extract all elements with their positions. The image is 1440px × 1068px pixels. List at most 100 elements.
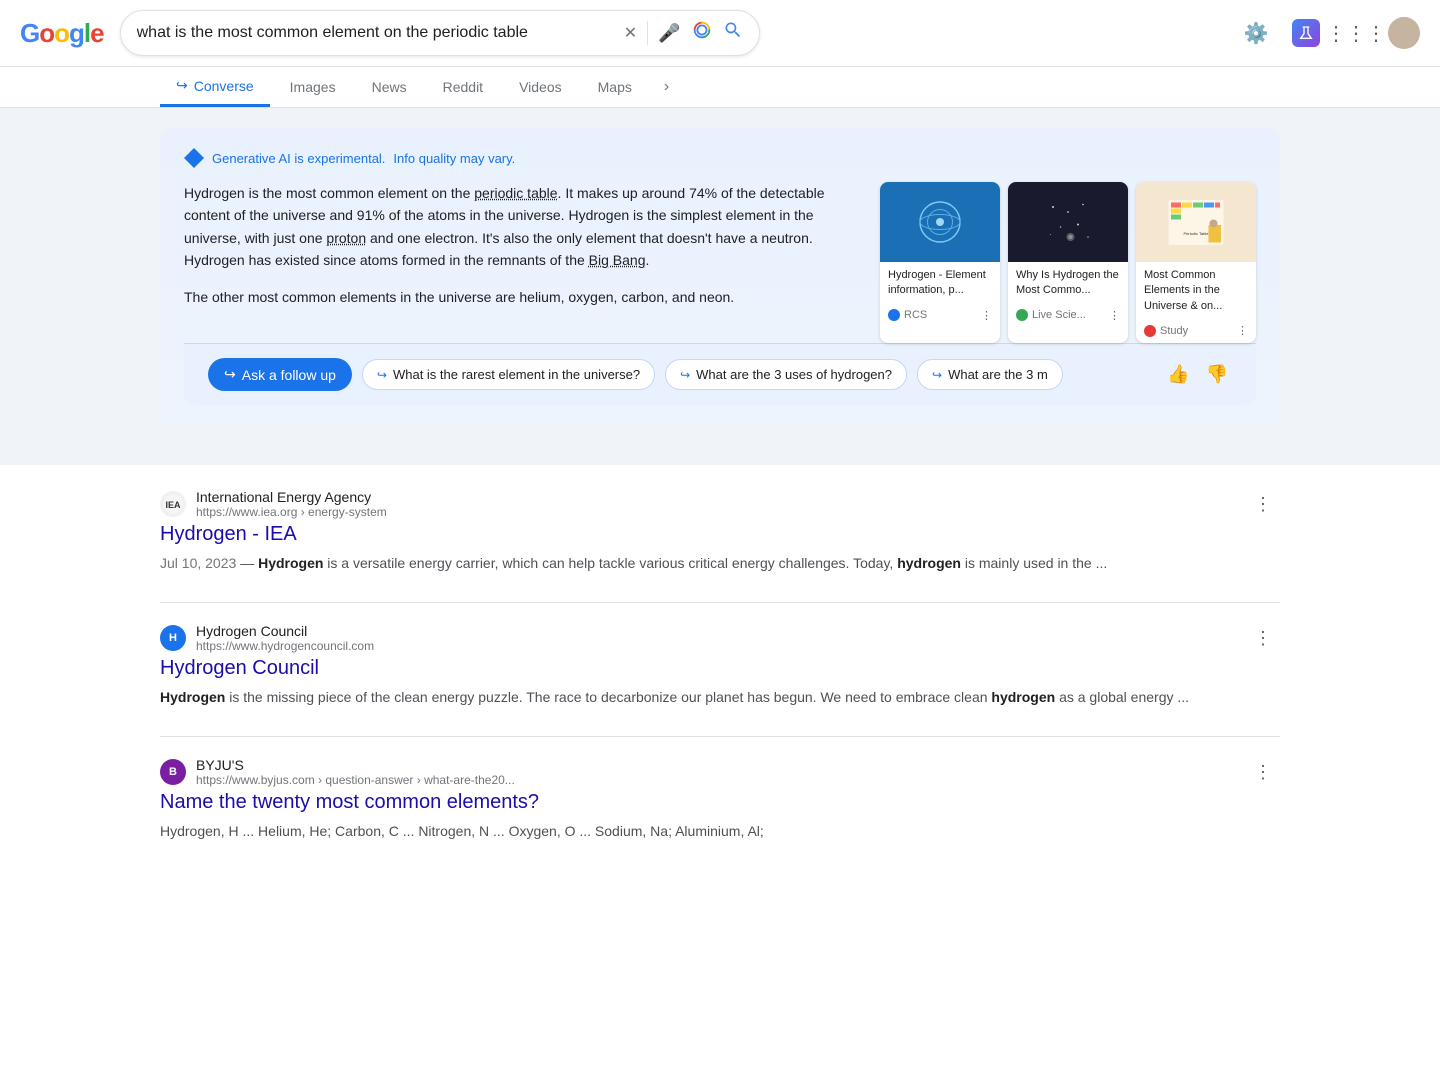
ai-quality-note: Info quality may vary.	[393, 151, 515, 166]
followup-chip-2[interactable]: ↪ What are the 3 uses of hydrogen?	[665, 359, 907, 390]
source-name-3: Study	[1144, 325, 1188, 337]
result-snippet-iea: Jul 10, 2023 — Hydrogen is a versatile e…	[160, 552, 1280, 574]
ai-header: Generative AI is experimental. Info qual…	[184, 148, 1256, 168]
divider	[647, 21, 648, 45]
result-source-hc: H Hydrogen Council https://www.hydrogenc…	[160, 623, 1280, 653]
main-content: Generative AI is experimental. Info qual…	[0, 108, 1440, 465]
chip-arrow-1: ↪	[377, 368, 387, 382]
result-site-name-byju: BYJU'S	[196, 757, 1236, 773]
apps-button[interactable]: ⋮⋮⋮	[1338, 15, 1374, 51]
ai-text: Hydrogen is the most common element on t…	[184, 182, 860, 343]
source-name-1: RCS	[888, 309, 927, 321]
result-snippet-hc: Hydrogen is the missing piece of the cle…	[160, 686, 1280, 708]
ai-diamond-icon	[184, 148, 204, 168]
tab-images[interactable]: Images	[274, 69, 352, 105]
google-logo: Google	[20, 18, 104, 49]
ai-image-info-3: Most Common Elements in the Universe & o…	[1136, 262, 1256, 320]
search-submit-icon[interactable]	[723, 20, 743, 46]
search-bar: ✕ 🎤	[120, 10, 760, 56]
tab-converse-label: Converse	[194, 78, 254, 94]
result-favicon-hc: H	[160, 625, 186, 651]
clear-icon[interactable]: ✕	[624, 23, 637, 43]
mic-icon[interactable]: 🎤	[658, 23, 680, 44]
tab-converse[interactable]: ↪ Converse	[160, 67, 270, 107]
result-more-button-hc[interactable]: ⋮	[1246, 624, 1280, 653]
thumbs-up-button[interactable]: 👍	[1163, 360, 1193, 389]
feedback-icons: 👍 👎	[1163, 360, 1232, 389]
tab-videos-label: Videos	[519, 79, 562, 95]
ai-experimental-label: Generative AI is experimental.	[212, 151, 385, 166]
lens-icon[interactable]	[691, 19, 713, 47]
followup-chips-container: ↪ What is the rarest element in the univ…	[362, 359, 1153, 390]
result-separator-1	[160, 602, 1280, 603]
followup-chip-1[interactable]: ↪ What is the rarest element in the univ…	[362, 359, 655, 390]
search-input[interactable]	[137, 24, 614, 42]
result-snippet-byju: Hydrogen, H ... Helium, He; Carbon, C ..…	[160, 820, 1280, 842]
ai-image-card-2[interactable]: Why Is Hydrogen the Most Commo... Live S…	[1008, 182, 1128, 343]
ai-image-source-2: Live Scie... ⋮	[1008, 305, 1128, 328]
grid-icon: ⋮⋮⋮	[1326, 21, 1386, 46]
tab-maps[interactable]: Maps	[582, 69, 648, 105]
ai-image-thumb-2	[1008, 182, 1128, 262]
result-source-byju: B BYJU'S https://www.byjus.com › questio…	[160, 757, 1280, 787]
ai-answer-box: Generative AI is experimental. Info qual…	[160, 128, 1280, 425]
result-bold-1: Hydrogen	[258, 555, 323, 571]
result-item-iea: IEA International Energy Agency https://…	[160, 489, 1280, 574]
proton-link[interactable]: proton	[326, 230, 366, 246]
tab-images-label: Images	[290, 79, 336, 95]
big-bang-link[interactable]: Big Bang	[589, 252, 646, 268]
ai-image-thumb-3: Periodic Table	[1136, 182, 1256, 262]
followup-bar: ↪ Ask a follow up ↪ What is the rarest e…	[184, 343, 1256, 405]
result-bold-3: Hydrogen	[160, 689, 225, 705]
result-title-iea[interactable]: Hydrogen - IEA	[160, 523, 1280, 546]
nav-tabs: ↪ Converse Images News Reddit Videos Map…	[0, 67, 1440, 108]
result-item-byju: B BYJU'S https://www.byjus.com › questio…	[160, 757, 1280, 842]
ai-image-card-3[interactable]: Periodic Table Most Common Elements in t…	[1136, 182, 1256, 343]
ai-paragraph-1: Hydrogen is the most common element on t…	[184, 182, 860, 272]
result-source-info-hc: Hydrogen Council https://www.hydrogencou…	[196, 623, 1236, 653]
tab-reddit[interactable]: Reddit	[427, 69, 499, 105]
result-title-byju[interactable]: Name the twenty most common elements?	[160, 791, 1280, 814]
header: Google ✕ 🎤 ⚙️	[0, 0, 1440, 67]
result-item-hc: H Hydrogen Council https://www.hydrogenc…	[160, 623, 1280, 708]
source-dot-3	[1144, 325, 1156, 337]
image-more-icon-1[interactable]: ⋮	[981, 309, 992, 322]
tab-news-label: News	[372, 79, 407, 95]
labs-button[interactable]	[1288, 15, 1324, 51]
ai-content: Hydrogen is the most common element on t…	[184, 182, 1256, 343]
more-tabs-button[interactable]: ›	[652, 70, 681, 104]
result-bold-2: hydrogen	[897, 555, 961, 571]
result-more-button-iea[interactable]: ⋮	[1246, 490, 1280, 519]
result-source-info-byju: BYJU'S https://www.byjus.com › question-…	[196, 757, 1236, 787]
ai-image-card-1[interactable]: Hydrogen - Element information, p... RCS…	[880, 182, 1000, 343]
ask-followup-button[interactable]: ↪ Ask a follow up	[208, 358, 352, 391]
result-bold-4: hydrogen	[991, 689, 1055, 705]
source-name-2: Live Scie...	[1016, 309, 1086, 321]
image-more-icon-3[interactable]: ⋮	[1237, 324, 1248, 337]
followup-chip-3-label: What are the 3 m	[948, 367, 1048, 382]
followup-chip-1-label: What is the rarest element in the univer…	[393, 367, 640, 382]
result-source-iea: IEA International Energy Agency https://…	[160, 489, 1280, 519]
ai-image-thumb-1	[880, 182, 1000, 262]
tab-reddit-label: Reddit	[443, 79, 483, 95]
periodic-table-link[interactable]: periodic table	[474, 185, 557, 201]
thumbs-down-button[interactable]: 👎	[1202, 360, 1232, 389]
result-url-hc: https://www.hydrogencouncil.com	[196, 639, 1236, 653]
result-favicon-iea: IEA	[160, 491, 186, 517]
source-dot-2	[1016, 309, 1028, 321]
result-more-button-byju[interactable]: ⋮	[1246, 758, 1280, 787]
tab-news[interactable]: News	[356, 69, 423, 105]
image-more-icon-2[interactable]: ⋮	[1109, 309, 1120, 322]
chip-arrow-2: ↪	[680, 368, 690, 382]
result-site-name-iea: International Energy Agency	[196, 489, 1236, 505]
result-source-info-iea: International Energy Agency https://www.…	[196, 489, 1236, 519]
avatar[interactable]	[1388, 17, 1420, 49]
tab-maps-label: Maps	[598, 79, 632, 95]
followup-chip-3[interactable]: ↪ What are the 3 m	[917, 359, 1063, 390]
labs-icon	[1292, 19, 1320, 47]
tab-videos[interactable]: Videos	[503, 69, 578, 105]
result-title-hc[interactable]: Hydrogen Council	[160, 657, 1280, 680]
settings-button[interactable]: ⚙️	[1238, 15, 1274, 51]
result-date-iea: Jul 10, 2023	[160, 555, 236, 571]
result-url-iea: https://www.iea.org › energy-system	[196, 505, 1236, 519]
